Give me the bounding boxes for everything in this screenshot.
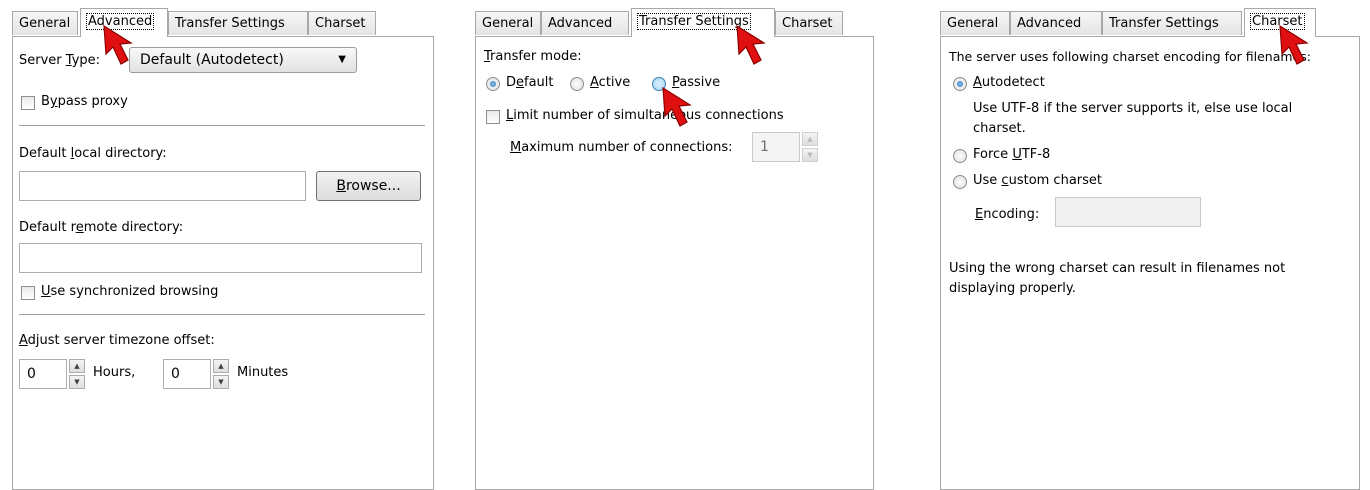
local-dir-input[interactable] — [19, 171, 306, 201]
hours-label: Hours, — [93, 365, 136, 380]
force-utf8-radio[interactable] — [953, 149, 967, 163]
divider — [19, 125, 425, 127]
autodetect-description: Use UTF-8 if the server supports it, els… — [973, 101, 1293, 116]
custom-charset-radio[interactable] — [953, 175, 967, 189]
tab-general[interactable]: General — [475, 11, 541, 35]
tab-advanced[interactable]: Advanced — [541, 11, 629, 35]
server-type-value: Default (Autodetect) — [140, 52, 284, 68]
charset-warning: displaying properly. — [949, 281, 1076, 296]
encoding-label: Encoding: — [975, 207, 1040, 222]
transfer-mode-label: Transfer mode: — [484, 49, 582, 64]
mouse-cursor-icon — [662, 86, 692, 127]
browse-button[interactable]: Browse... — [316, 171, 421, 201]
server-type-label: Server Type: — [19, 53, 101, 68]
tab-charset[interactable]: Charset — [775, 11, 843, 35]
charset-warning: Using the wrong charset can result in fi… — [949, 261, 1286, 276]
custom-charset-label: Use custom charset — [973, 173, 1103, 188]
mouse-cursor-icon — [103, 24, 133, 65]
bypass-proxy-checkbox[interactable] — [21, 96, 35, 110]
server-type-select[interactable]: Default (Autodetect) ▼ — [129, 47, 357, 73]
tab-general[interactable]: General — [940, 11, 1010, 35]
minutes-label: Minutes — [237, 365, 289, 380]
bypass-proxy-label: Bypass proxy — [41, 94, 128, 109]
mouse-cursor-icon — [736, 24, 766, 65]
minutes-spinner[interactable]: ▲ ▼ — [213, 359, 229, 389]
remote-dir-input[interactable] — [19, 243, 422, 273]
sync-browsing-label: Use synchronized browsing — [41, 284, 219, 299]
limit-connections-label: Limit number of simultaneous connections — [506, 108, 784, 123]
mouse-cursor-icon — [1279, 24, 1309, 65]
tab-transfer-settings[interactable]: Transfer Settings — [168, 11, 308, 35]
tab-content: Server Type: Default (Autodetect) ▼ Bypa… — [12, 36, 434, 490]
mode-default-label: Default — [506, 75, 554, 90]
autodetect-radio[interactable] — [953, 77, 967, 91]
tab-charset[interactable]: Charset — [308, 11, 376, 35]
charset-panel: General Advanced Transfer Settings Chars… — [940, 8, 1360, 490]
max-connections-input[interactable]: 1 — [752, 132, 800, 162]
remote-dir-label: Default remote directory: — [19, 220, 184, 235]
tab-transfer-settings[interactable]: Transfer Settings — [1102, 11, 1242, 35]
mode-active-label: Active — [590, 75, 631, 90]
autodetect-description: charset. — [973, 121, 1026, 136]
force-utf8-label: Force UTF-8 — [973, 147, 1051, 162]
tab-advanced[interactable]: Advanced — [1010, 11, 1102, 35]
tab-content: The server uses following charset encodi… — [940, 36, 1360, 490]
sync-browsing-checkbox[interactable] — [21, 286, 35, 300]
max-connections-label: Maximum number of connections: — [510, 140, 733, 155]
max-connections-spinner[interactable]: ▲ ▼ — [802, 132, 818, 162]
encoding-input[interactable] — [1055, 197, 1201, 227]
local-dir-label: Default local directory: — [19, 146, 167, 161]
mode-default-radio[interactable] — [486, 77, 500, 91]
hours-input[interactable]: 0 — [19, 359, 67, 389]
hours-spinner[interactable]: ▲ ▼ — [69, 359, 85, 389]
chevron-down-icon: ▼ — [338, 54, 346, 65]
minutes-input[interactable]: 0 — [163, 359, 211, 389]
divider — [19, 314, 425, 316]
autodetect-label: Autodetect — [973, 75, 1045, 90]
transfer-settings-panel: General Advanced Transfer Settings Chars… — [475, 8, 874, 490]
charset-intro: The server uses following charset encodi… — [949, 49, 1311, 64]
mode-active-radio[interactable] — [570, 77, 584, 91]
tab-general[interactable]: General — [12, 11, 78, 35]
timezone-label: Adjust server timezone offset: — [19, 333, 215, 348]
advanced-panel: General Advanced Transfer Settings Chars… — [12, 8, 434, 490]
limit-connections-checkbox[interactable] — [486, 110, 500, 124]
